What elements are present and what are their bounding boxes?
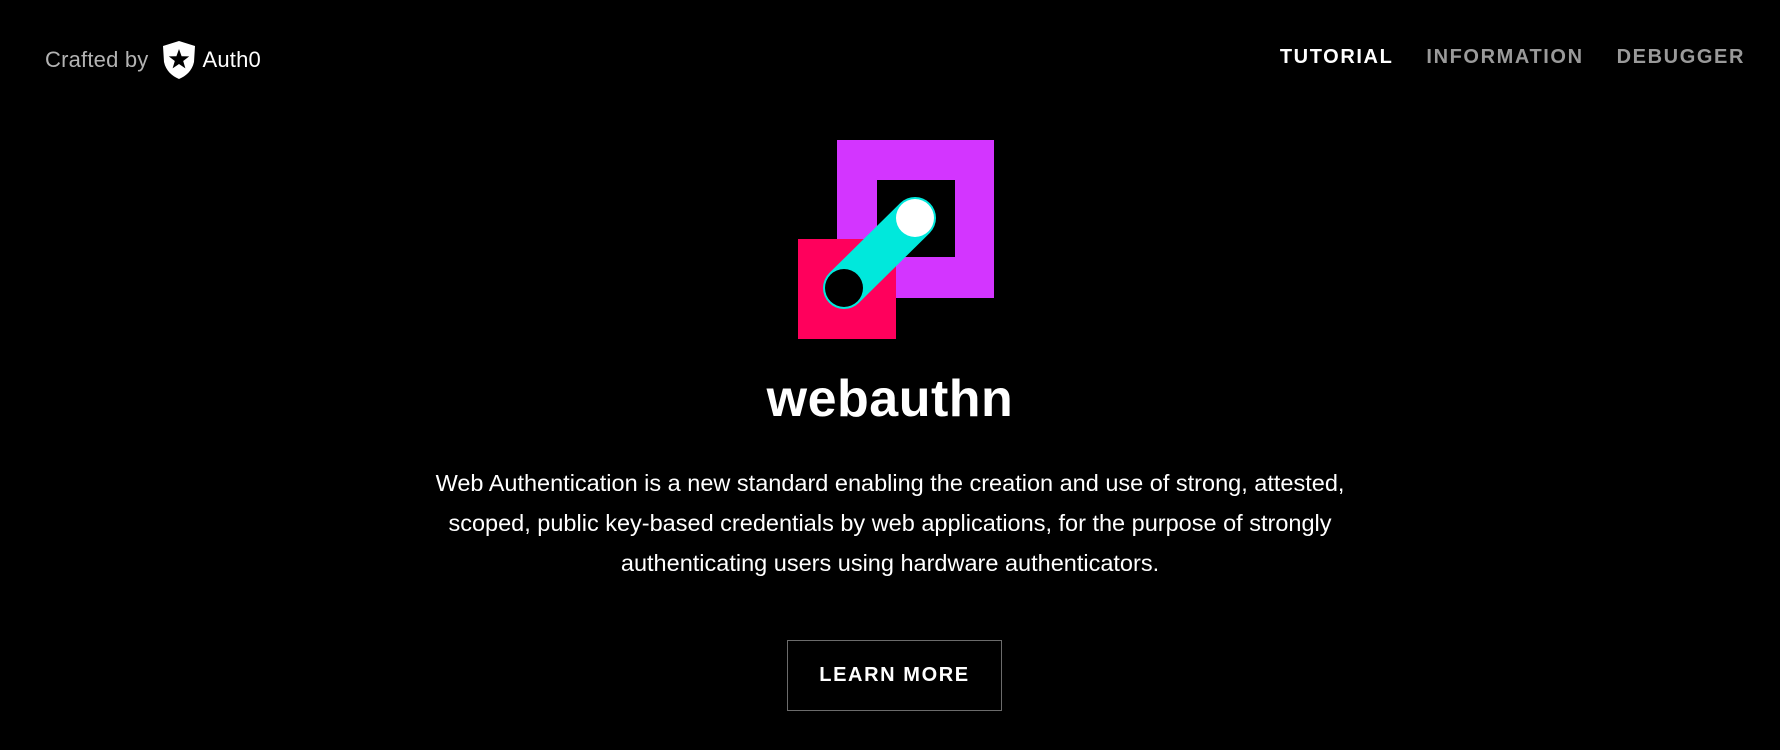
page: Crafted by Auth0 TUTORIAL INFORMATION DE… <box>0 0 1780 750</box>
nav-tutorial[interactable]: TUTORIAL <box>1280 46 1394 69</box>
description-line-3: authenticating users using hardware auth… <box>620 550 1160 576</box>
description-line-2: scoped, public key-based credentials by … <box>448 510 1332 536</box>
header: Crafted by Auth0 TUTORIAL INFORMATION DE… <box>0 0 1780 120</box>
crafted-by-auth0-link[interactable]: Crafted by Auth0 <box>45 40 261 80</box>
crafted-by-label: Crafted by <box>45 47 149 72</box>
description-line-1: Web Authentication is a new standard ena… <box>435 470 1345 496</box>
webauthn-logo-icon <box>796 138 996 342</box>
nav-information[interactable]: INFORMATION <box>1426 46 1583 69</box>
nav-debugger[interactable]: DEBUGGER <box>1617 46 1745 69</box>
hero-description: Web Authentication is a new standard ena… <box>390 463 1390 583</box>
auth0-brand-name: Auth0 <box>202 47 261 72</box>
auth0-logo-icon <box>161 40 197 80</box>
page-title: webauthn <box>766 370 1014 428</box>
top-nav: TUTORIAL INFORMATION DEBUGGER <box>1280 46 1745 69</box>
learn-more-button[interactable]: LEARN MORE <box>787 640 1002 711</box>
